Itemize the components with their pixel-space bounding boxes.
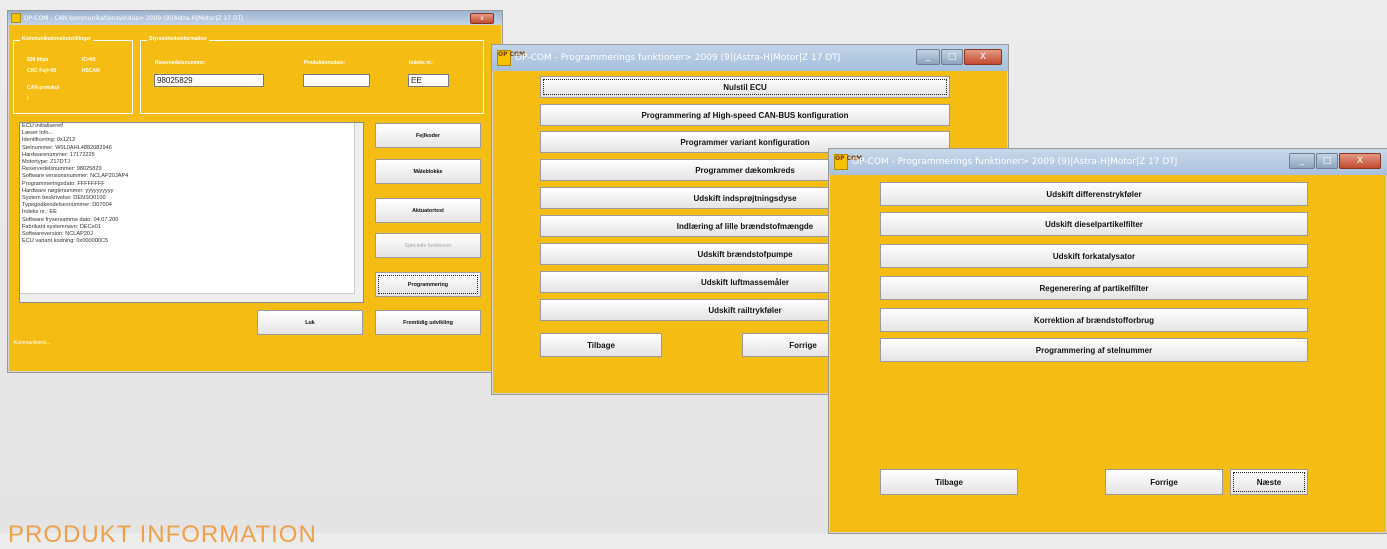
close-button[interactable]: X [964, 49, 1002, 65]
ic-value: IC=00 [82, 57, 96, 63]
can-protocol-value: / [27, 96, 29, 102]
previous-button[interactable]: Forrige [1105, 469, 1223, 495]
index-number-label: Indeks nr.: [409, 60, 435, 66]
log-line: ECU initialiseret! [22, 123, 64, 129]
function-button-1[interactable]: Udskift differenstrykføler [880, 182, 1308, 206]
maximize-button[interactable]: □ [941, 49, 963, 65]
can-protocol-label: CAN protokol [27, 85, 60, 91]
log-line: Identificering: 0x1212 [22, 137, 76, 144]
next-button[interactable]: Næste [1230, 469, 1308, 495]
log-line: Indeks nr.: EE [22, 209, 57, 216]
log-line: Software versionsnummer: NCLAP20JAP4 [22, 173, 129, 180]
production-date-field[interactable] [303, 74, 370, 87]
opcom-app-icon: OP COM [497, 50, 525, 66]
aktuatortest-button[interactable]: Aktuatortest [375, 198, 481, 223]
horizontal-scrollbar[interactable] [20, 293, 355, 302]
window-titlebar[interactable]: OP COM OP-COM - Programmerings funktione… [829, 149, 1387, 175]
can-communication-window: OP-COM - CAN kommunikationsvindue> 2009 … [7, 10, 503, 373]
log-line: ECU variant kodning: 0x000000C5 [22, 238, 109, 245]
communication-settings-group: Kommunikationsindstillinger [13, 36, 133, 114]
back-button[interactable]: Tilbage [880, 469, 1018, 495]
reserve-part-field[interactable]: 98025829 [154, 74, 264, 87]
log-line: Hardware nøglenummer: yyyyyyyyyy [22, 187, 114, 194]
window-title: OP-COM - Programmerings funktioner> 2009… [515, 53, 841, 63]
future-development-button[interactable]: Fremtidig udvikling [375, 310, 481, 335]
log-line: System beskrivelse: DENSO0100 [22, 195, 106, 202]
log-line: Softwareversion: NCLAP20J [22, 231, 93, 238]
window-titlebar[interactable]: OP COM OP-COM - Programmerings funktione… [492, 45, 1008, 71]
log-line: Læser info... [22, 130, 54, 137]
baud-rate-value: 500 kbps [27, 57, 49, 63]
function-button-5[interactable]: Korrektion af brændstofforbrug [880, 308, 1308, 332]
log-lines: ECU initialiseret! Læser info... Identific… [20, 123, 363, 245]
log-line: Typegodkendelsesnummer: D07004 [22, 202, 112, 209]
log-line: Hardwarenummer: 17172225 [22, 151, 95, 158]
product-info-caption: PRODUKT INFORMATION [8, 521, 317, 548]
opcom-app-icon: OP COM [834, 154, 862, 170]
function-button-6[interactable]: Programmering af stelnummer [880, 338, 1308, 362]
minimize-button[interactable]: _ [916, 49, 940, 65]
group-title: Kommunikationsindstillinger [20, 36, 93, 42]
log-line: Programmeringsdato: FFFFFFFF [22, 180, 105, 187]
maaleblokke-button[interactable]: Måleblokke [375, 159, 481, 184]
window-title: OP-COM - Programmerings funktioner> 2009… [852, 157, 1178, 167]
log-line: Stelnummer: W0L0AHL4882082946 [22, 144, 112, 151]
close-button[interactable]: X [1339, 153, 1381, 169]
bus-type-value: HSCAN [82, 68, 100, 74]
opcom-app-icon [11, 13, 21, 23]
status-text: Kommunikerer... [14, 340, 51, 346]
crc-errors-value: CRC Fejl=00 [27, 68, 57, 74]
index-number-field[interactable]: EE [408, 74, 449, 87]
maximize-button[interactable]: □ [1316, 153, 1338, 169]
fejlkoder-button[interactable]: Fejlkoder [375, 123, 481, 148]
window-titlebar[interactable]: OP-COM - CAN kommunikationsvindue> 2009 … [8, 11, 502, 25]
log-line: Reservedelsnummer: 98025829 [22, 166, 102, 173]
window-title: OP-COM - CAN kommunikationsvindue> 2009 … [24, 14, 244, 22]
programming-button[interactable]: Programmering [375, 272, 481, 297]
close-button[interactable]: x [470, 13, 494, 24]
programming-functions-window-2: OP COM OP-COM - Programmerings funktione… [828, 148, 1387, 534]
function-button-4[interactable]: Regenerering af partikelfilter [880, 276, 1308, 300]
back-button[interactable]: Tilbage [540, 333, 662, 357]
function-button-2[interactable]: Programmering af High-speed CAN-BUS konf… [540, 104, 950, 126]
ecu-log-textarea[interactable]: ECU initialiseret! Læser info... Identific… [19, 122, 364, 303]
function-button-2[interactable]: Udskift dieselpartikelfilter [880, 212, 1308, 236]
function-button-3[interactable]: Udskift forkatalysator [880, 244, 1308, 268]
log-line: Software frysersamme dato: 04.07.200 [22, 216, 119, 223]
production-date-label: Produktionsdato: [304, 60, 346, 66]
function-button-1[interactable]: Nulstil ECU [540, 76, 950, 98]
vertical-scrollbar[interactable] [354, 123, 363, 302]
close-luk-button[interactable]: Luk [257, 310, 363, 335]
minimize-button[interactable]: _ [1289, 153, 1315, 169]
log-line: Fabrikant systemnavn: DECe01 [22, 223, 101, 230]
log-line: Motortype: Z17DTJ [22, 159, 70, 166]
reserve-part-label: Reservedelsnummer: [155, 60, 206, 66]
group-title: Styreenhedsinformation [147, 36, 209, 42]
special-functions-button[interactable]: Specielle funktioner [375, 233, 481, 258]
